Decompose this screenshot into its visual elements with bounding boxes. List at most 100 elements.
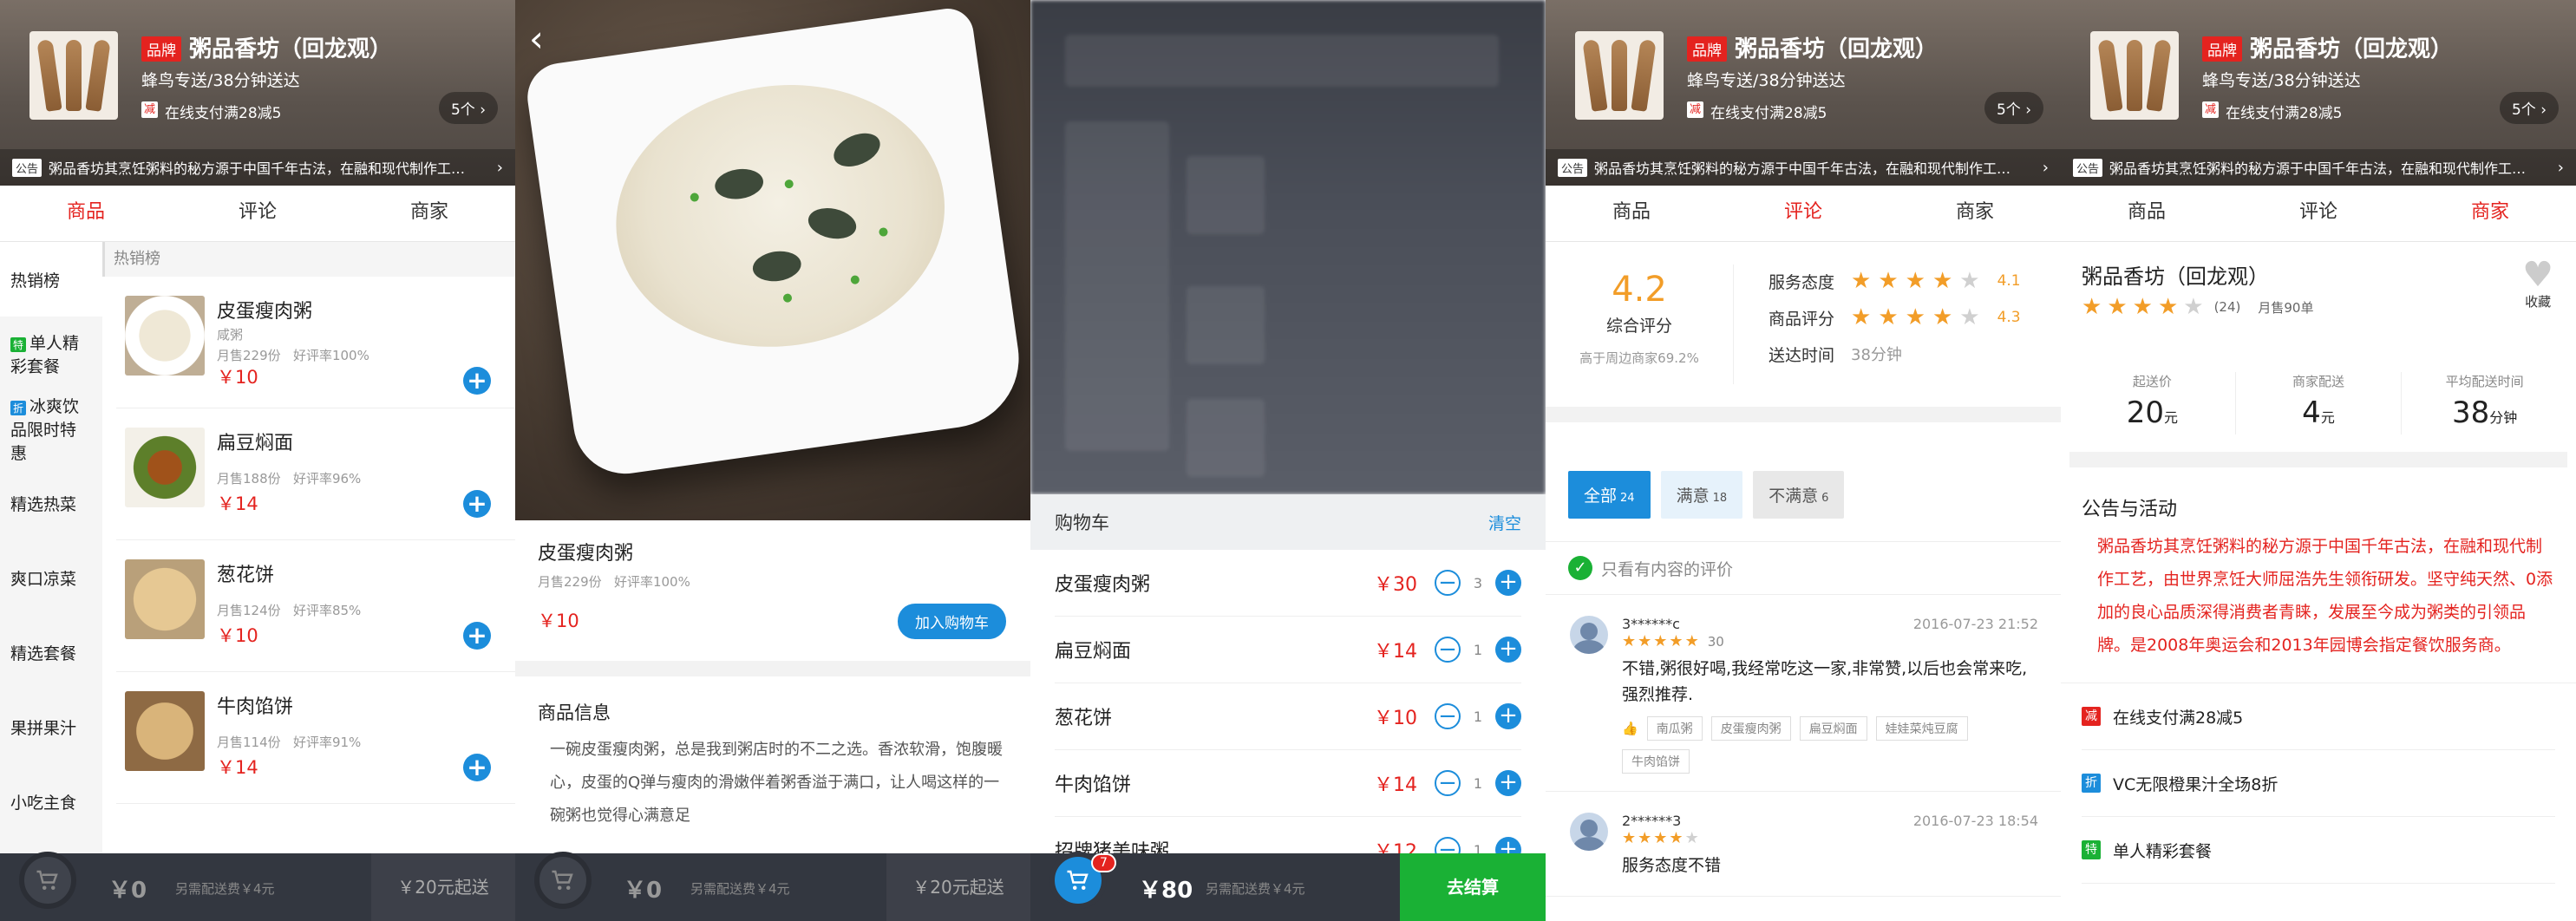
promo-count-button[interactable]: 5个 › bbox=[1984, 92, 2043, 124]
minus-icon[interactable]: − bbox=[1435, 637, 1461, 663]
food-item[interactable]: 皮蛋瘦肉粥 咸粥 月售229份 好评率100% ￥10 + bbox=[116, 277, 515, 408]
notice-text: 粥品香坊其烹饪粥料的秘方源于中国千年古法，在融和现代制作工… bbox=[1594, 160, 2011, 177]
category-item[interactable]: 小吃主食 bbox=[0, 764, 102, 839]
panel-cart: 购物车 清空 皮蛋瘦肉粥 ￥30 − 3 + 扁豆焖面 ￥14 − 1 + 葱花… bbox=[1030, 0, 1546, 921]
activity-text: VC无限橙果汁全场8折 bbox=[2113, 774, 2279, 794]
food-sales: 月售124份 好评率85% bbox=[217, 603, 362, 618]
review-tag: 扁豆焖面 bbox=[1799, 716, 1867, 741]
category-item[interactable]: 折冰爽饮品限时特惠 bbox=[0, 391, 102, 466]
tab-bar: 商品 评论 商家 bbox=[0, 186, 515, 242]
tab-ratings[interactable]: 评论 bbox=[2233, 186, 2404, 241]
cart-bar[interactable]: 7 ￥80 另需配送费￥4元 去结算 bbox=[1030, 852, 1546, 921]
star-empty-icon: ★ bbox=[1959, 304, 1980, 330]
add-icon[interactable]: + bbox=[463, 490, 491, 518]
cart-total: ￥0 bbox=[624, 878, 663, 904]
tab-ratings[interactable]: 评论 bbox=[172, 186, 343, 241]
checkout-button[interactable]: 去结算 bbox=[1400, 853, 1546, 921]
tab-goods[interactable]: 商品 bbox=[0, 186, 172, 241]
minus-icon[interactable]: − bbox=[1435, 570, 1461, 596]
cart-header: 购物车 清空 bbox=[1030, 494, 1546, 550]
delivery-time: 38分钟 bbox=[1851, 346, 1902, 364]
filter-negative[interactable]: 不满意 6 bbox=[1753, 471, 1845, 519]
rating-filters: 全部 24 满意 18 不满意 6 bbox=[1546, 422, 2061, 542]
star-icon: ★ bbox=[1653, 632, 1668, 650]
menu-body: 热销榜 特单人精彩套餐 折冰爽饮品限时特惠 精选热菜 爽口凉菜 精选套餐 果拼果… bbox=[0, 242, 515, 901]
star-icon: ★ bbox=[2157, 294, 2179, 320]
cart-icon[interactable] bbox=[19, 852, 76, 909]
promo-badge: 减 bbox=[2202, 101, 2219, 118]
category-item[interactable]: 精选套餐 bbox=[0, 615, 102, 689]
clear-cart-button[interactable]: 清空 bbox=[1488, 511, 1521, 534]
activity-item: 减 在线支付满28减5 bbox=[2082, 683, 2555, 750]
notice-bar[interactable]: 公告 粥品香坊其烹饪粥料的秘方源于中国千年古法，在融和现代制作工… › bbox=[2061, 149, 2576, 186]
tab-ratings[interactable]: 评论 bbox=[1717, 186, 1889, 241]
star-rating: ★ ★ ★ ★ ★ bbox=[1851, 268, 1987, 294]
only-content-toggle[interactable]: ✓ 只看有内容的评价 bbox=[1546, 542, 2061, 595]
chevron-right-icon: › bbox=[496, 158, 503, 177]
plus-icon[interactable]: + bbox=[1495, 703, 1521, 729]
category-item[interactable]: 爽口凉菜 bbox=[0, 540, 102, 615]
category-item[interactable]: 果拼果汁 bbox=[0, 689, 102, 764]
add-icon[interactable]: + bbox=[463, 622, 491, 650]
food-score-row: 商品评分 ★ ★ ★ ★ ★ 4.3 bbox=[1769, 299, 2061, 336]
delivery-time-row: 送达时间 38分钟 bbox=[1769, 336, 2061, 372]
cart-item-qty: 3 bbox=[1473, 574, 1483, 591]
tab-goods[interactable]: 商品 bbox=[1546, 186, 1717, 241]
delivery-info: 蜂鸟专送/38分钟送达 bbox=[141, 71, 300, 90]
plus-icon[interactable]: + bbox=[1495, 637, 1521, 663]
food-name: 牛肉馅饼 bbox=[217, 696, 294, 718]
activity-item: 折 VC无限橙果汁全场8折 bbox=[2082, 750, 2555, 817]
avatar bbox=[1570, 616, 1608, 654]
food-price: ￥14 bbox=[217, 757, 258, 778]
add-icon[interactable]: + bbox=[463, 754, 491, 781]
promo-count-button[interactable]: 5个 › bbox=[2499, 92, 2559, 124]
min-order-button[interactable]: ￥20元起送 bbox=[371, 853, 515, 921]
notice-bar[interactable]: 公告 粥品香坊其烹饪粥料的秘方源于中国千年古法，在融和现代制作工… › bbox=[0, 149, 515, 186]
cart-bar[interactable]: ￥0 另需配送费￥4元 ￥20元起送 bbox=[515, 852, 1030, 921]
category-item[interactable]: 精选热菜 bbox=[0, 466, 102, 540]
cart-item-name: 扁豆焖面 bbox=[1055, 641, 1132, 663]
review-stars: ★ ★ ★ ★ ★ bbox=[1622, 829, 2038, 847]
cart-bar[interactable]: ￥0 另需配送费￥4元 ￥20元起送 bbox=[0, 852, 515, 921]
review-tag: 南瓜粥 bbox=[1646, 716, 1703, 741]
food-item[interactable]: 扁豆焖面 月售188份 好评率96% ￥14 + bbox=[116, 408, 515, 540]
back-icon[interactable]: ‹ bbox=[529, 17, 544, 60]
minus-icon[interactable]: − bbox=[1435, 703, 1461, 729]
panel-goods: 品牌 粥品香坊（回龙观） 蜂鸟专送/38分钟送达 减 在线支付满28减5 5个 … bbox=[0, 0, 515, 921]
food-item[interactable]: 葱花饼 月售124份 好评率85% ￥10 + bbox=[116, 540, 515, 672]
special-badge-icon: 特 bbox=[2082, 840, 2101, 859]
panel-seller: 品牌 粥品香坊（回龙观） 蜂鸟专送/38分钟送达 减 在线支付满28减5 5个 … bbox=[2061, 0, 2576, 921]
plus-icon[interactable]: + bbox=[1495, 570, 1521, 596]
stat-min-price: 起送价 20元 bbox=[2126, 374, 2178, 430]
plus-icon[interactable]: + bbox=[1495, 770, 1521, 796]
star-icon: ★ bbox=[1653, 829, 1668, 847]
star-icon: ★ bbox=[2107, 294, 2128, 320]
tab-seller[interactable]: 商家 bbox=[1889, 186, 2061, 241]
tab-seller[interactable]: 商家 bbox=[2404, 186, 2576, 241]
bowl-image bbox=[523, 5, 1028, 480]
filter-all[interactable]: 全部 24 bbox=[1568, 471, 1651, 519]
promo-count-button[interactable]: 5个 › bbox=[438, 92, 498, 124]
food-price: ￥10 bbox=[217, 625, 258, 646]
delivery-info: 蜂鸟专送/38分钟送达 bbox=[1687, 71, 1846, 90]
add-to-cart-button[interactable]: 加入购物车 bbox=[898, 604, 1006, 639]
shop-logo bbox=[2090, 31, 2179, 120]
filter-positive[interactable]: 满意 18 bbox=[1660, 471, 1743, 519]
food-item[interactable]: 牛肉馅饼 月售114份 好评率91% ￥14 + bbox=[116, 672, 515, 804]
notice-badge: 公告 bbox=[12, 158, 42, 177]
category-item[interactable]: 特单人精彩套餐 bbox=[0, 317, 102, 391]
min-order-button[interactable]: ￥20元起送 bbox=[886, 853, 1030, 921]
promo-text: 在线支付满28减5 bbox=[1710, 105, 1827, 122]
category-item[interactable]: 热销榜 bbox=[0, 242, 102, 317]
overlay-backdrop[interactable] bbox=[1030, 0, 1546, 494]
tab-seller[interactable]: 商家 bbox=[343, 186, 515, 241]
minus-icon[interactable]: − bbox=[1435, 770, 1461, 796]
add-icon[interactable]: + bbox=[463, 367, 491, 395]
cart-icon[interactable] bbox=[534, 852, 592, 909]
notice-bar[interactable]: 公告 粥品香坊其烹饪粥料的秘方源于中国千年古法，在融和现代制作工… › bbox=[1546, 149, 2061, 186]
tab-goods[interactable]: 商品 bbox=[2061, 186, 2233, 241]
cart-item-price: ￥14 bbox=[1374, 641, 1417, 663]
star-icon: ★ bbox=[1638, 632, 1652, 650]
cart-item-qty: 1 bbox=[1473, 708, 1483, 725]
favorite-button[interactable]: ♥ 收藏 bbox=[2522, 258, 2553, 310]
